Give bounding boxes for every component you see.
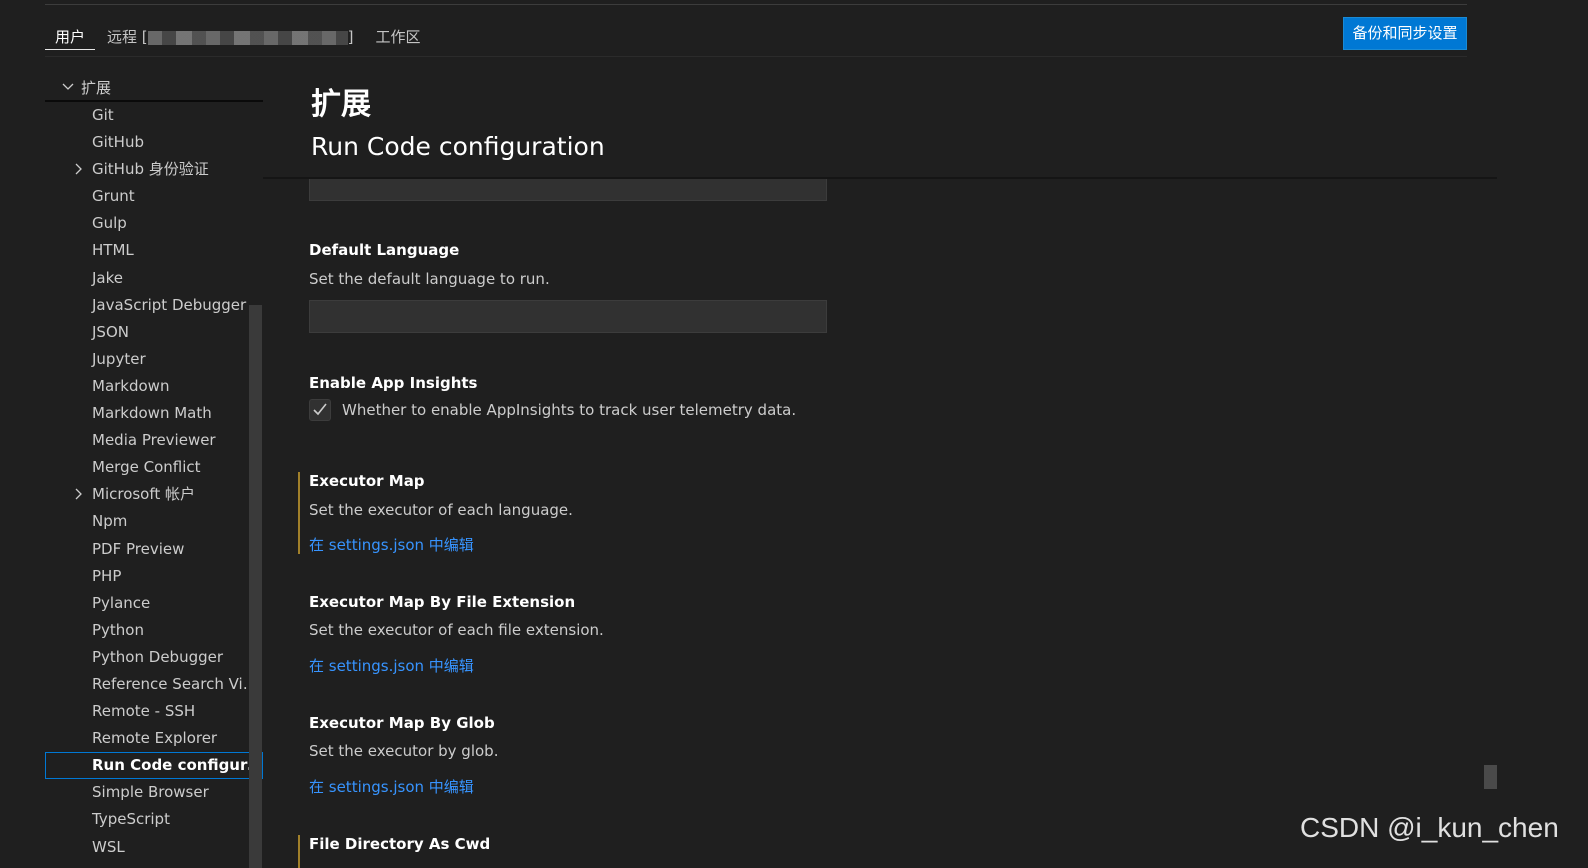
settings-scope-tabs: 用户 远程 [] 工作区 [45, 20, 433, 56]
toc-item-label: GitHub [92, 133, 144, 152]
toc-item[interactable]: PDF Preview [45, 536, 263, 563]
toc-item[interactable]: Jupyter [45, 346, 263, 373]
toc-item[interactable]: HTML [45, 237, 263, 264]
toc-item-label: GitHub 身份验证 [92, 160, 209, 179]
chevron-down-icon [62, 83, 74, 90]
toc-header-label: 扩展 [81, 78, 112, 97]
toc-extensions-header[interactable]: 扩展 [45, 74, 263, 102]
toc-item[interactable]: Python Debugger [45, 644, 263, 671]
chevron-right-icon [75, 163, 82, 175]
toc-item-label: Merge Conflict [92, 458, 201, 477]
settings-content-header: 扩展 Run Code configuration [263, 57, 1497, 179]
modified-indicator [298, 472, 300, 554]
executor-map-ext-edit-link[interactable]: 在 settings.json 中编辑 [309, 655, 474, 676]
backup-sync-button[interactable]: 备份和同步设置 [1343, 17, 1467, 50]
executor-map-glob-title: Executor Map By Glob [309, 714, 495, 732]
toc-item[interactable]: Markdown Math [45, 400, 263, 427]
toc-item-label: WSL [92, 837, 125, 856]
toc-item-label: Markdown Math [92, 404, 212, 423]
redacted-host [147, 30, 348, 45]
executor-map-glob-edit-link[interactable]: 在 settings.json 中编辑 [309, 776, 474, 797]
section-title: Run Code configuration [311, 132, 605, 161]
toc-item[interactable]: Media Previewer [45, 427, 263, 454]
toc-item-label: JSON [92, 322, 129, 341]
chevron-right-icon [75, 488, 82, 500]
toc-item[interactable]: Gulp [45, 210, 263, 237]
toc-item[interactable]: PHP [45, 563, 263, 590]
toc-item-label: TypeScript [92, 810, 170, 829]
toc-item-label: JavaScript Debugger [92, 295, 247, 314]
toc-item[interactable]: Grunt [45, 183, 263, 210]
toc-item-label: Npm [92, 512, 128, 531]
default-language-title: Default Language [309, 241, 460, 259]
file-dir-cwd-title: File Directory As Cwd [309, 835, 491, 853]
toc-item[interactable]: JavaScript Debugger [45, 292, 263, 319]
settings-toc-tree: 扩展 Git GitHub GitHub 身份验证 Grunt Gulp HTML Jake… [45, 74, 263, 861]
executor-map-edit-link[interactable]: 在 settings.json 中编辑 [309, 534, 474, 555]
app-insights-title: Enable App Insights [309, 374, 478, 392]
toc-item[interactable]: Remote - SSH [45, 698, 263, 725]
toc-item-list: Git GitHub GitHub 身份验证 Grunt Gulp HTML Jake Jav… [45, 102, 263, 861]
toc-item-label: PDF Preview [92, 539, 185, 558]
check-icon [313, 403, 327, 416]
app-insights-checkbox[interactable] [309, 399, 331, 421]
toc-item-label: Git [92, 106, 114, 124]
toc-item[interactable]: Simple Browser [45, 779, 263, 806]
toc-item[interactable]: GitHub [45, 129, 263, 156]
default-language-description: Set the default language to run. [309, 270, 550, 288]
tab-remote-prefix: 远程 [ [107, 28, 148, 46]
executor-map-description: Set the executor of each language. [309, 501, 573, 519]
toc-item-label: Python Debugger [92, 647, 224, 666]
toc-scrollbar[interactable] [249, 305, 262, 868]
toc-item[interactable]: Jake [45, 265, 263, 292]
toc-item-label: Markdown [92, 376, 170, 395]
content-scrollbar-thumb[interactable] [1484, 765, 1497, 789]
executor-map-ext-title: Executor Map By File Extension [309, 593, 576, 611]
top-border [45, 0, 1467, 5]
toc-item-label: Remote Explorer [92, 729, 218, 748]
tab-remote-suffix: ] [347, 28, 354, 46]
toc-item[interactable]: TypeScript [45, 806, 263, 833]
toc-item-label: Jupyter [92, 349, 146, 368]
toc-item-label: Reference Search View [92, 674, 263, 693]
default-language-input[interactable] [309, 300, 827, 333]
toc-item[interactable]: Microsoft 帐户 [45, 481, 263, 508]
executor-map-glob-description: Set the executor by glob. [309, 742, 499, 760]
tab-user[interactable]: 用户 [45, 20, 96, 50]
toc-item-label: Microsoft 帐户 [92, 485, 196, 504]
modified-indicator [298, 835, 300, 868]
toc-item-label: Media Previewer [92, 431, 216, 450]
toc-item-label: Run Code configura... [92, 756, 263, 775]
tab-workspace[interactable]: 工作区 [366, 20, 431, 50]
toc-item[interactable]: WSL [45, 834, 263, 861]
toc-item[interactable]: Reference Search View [45, 671, 263, 698]
toc-item-label: Python [92, 620, 144, 639]
toc-item[interactable]: Git [45, 102, 263, 129]
toc-item[interactable]: Markdown [45, 373, 263, 400]
toc-item-label: Jake [92, 268, 123, 287]
toc-item-label: Gulp [92, 214, 127, 233]
toc-item[interactable]: Merge Conflict [45, 454, 263, 481]
previous-setting-input[interactable] [309, 179, 827, 201]
toc-item-label: Grunt [92, 187, 135, 206]
toc-item[interactable]: GitHub 身份验证 [45, 156, 263, 183]
toc-item-label: Pylance [92, 593, 151, 612]
toc-item[interactable]: Pylance [45, 590, 263, 617]
tab-remote[interactable]: 远程 [] [97, 20, 363, 50]
toc-item-label: Remote - SSH [92, 702, 196, 721]
toc-item[interactable]: Python [45, 617, 263, 644]
toc-item[interactable]: Run Code configura... [45, 752, 263, 780]
toc-item[interactable]: JSON [45, 319, 263, 346]
toc-item-label: Simple Browser [92, 783, 209, 802]
toc-item-label: PHP [92, 566, 122, 585]
toc-item-label: HTML [92, 241, 134, 260]
watermark: CSDN @i_kun_chen [1300, 812, 1559, 843]
app-insights-description: Whether to enable AppInsights to track u… [342, 401, 797, 419]
executor-map-title: Executor Map [309, 472, 425, 490]
toc-item[interactable]: Npm [45, 508, 263, 535]
toc-item[interactable]: Remote Explorer [45, 725, 263, 752]
executor-map-ext-description: Set the executor of each file extension. [309, 621, 604, 639]
page-title: 扩展 [311, 87, 371, 122]
